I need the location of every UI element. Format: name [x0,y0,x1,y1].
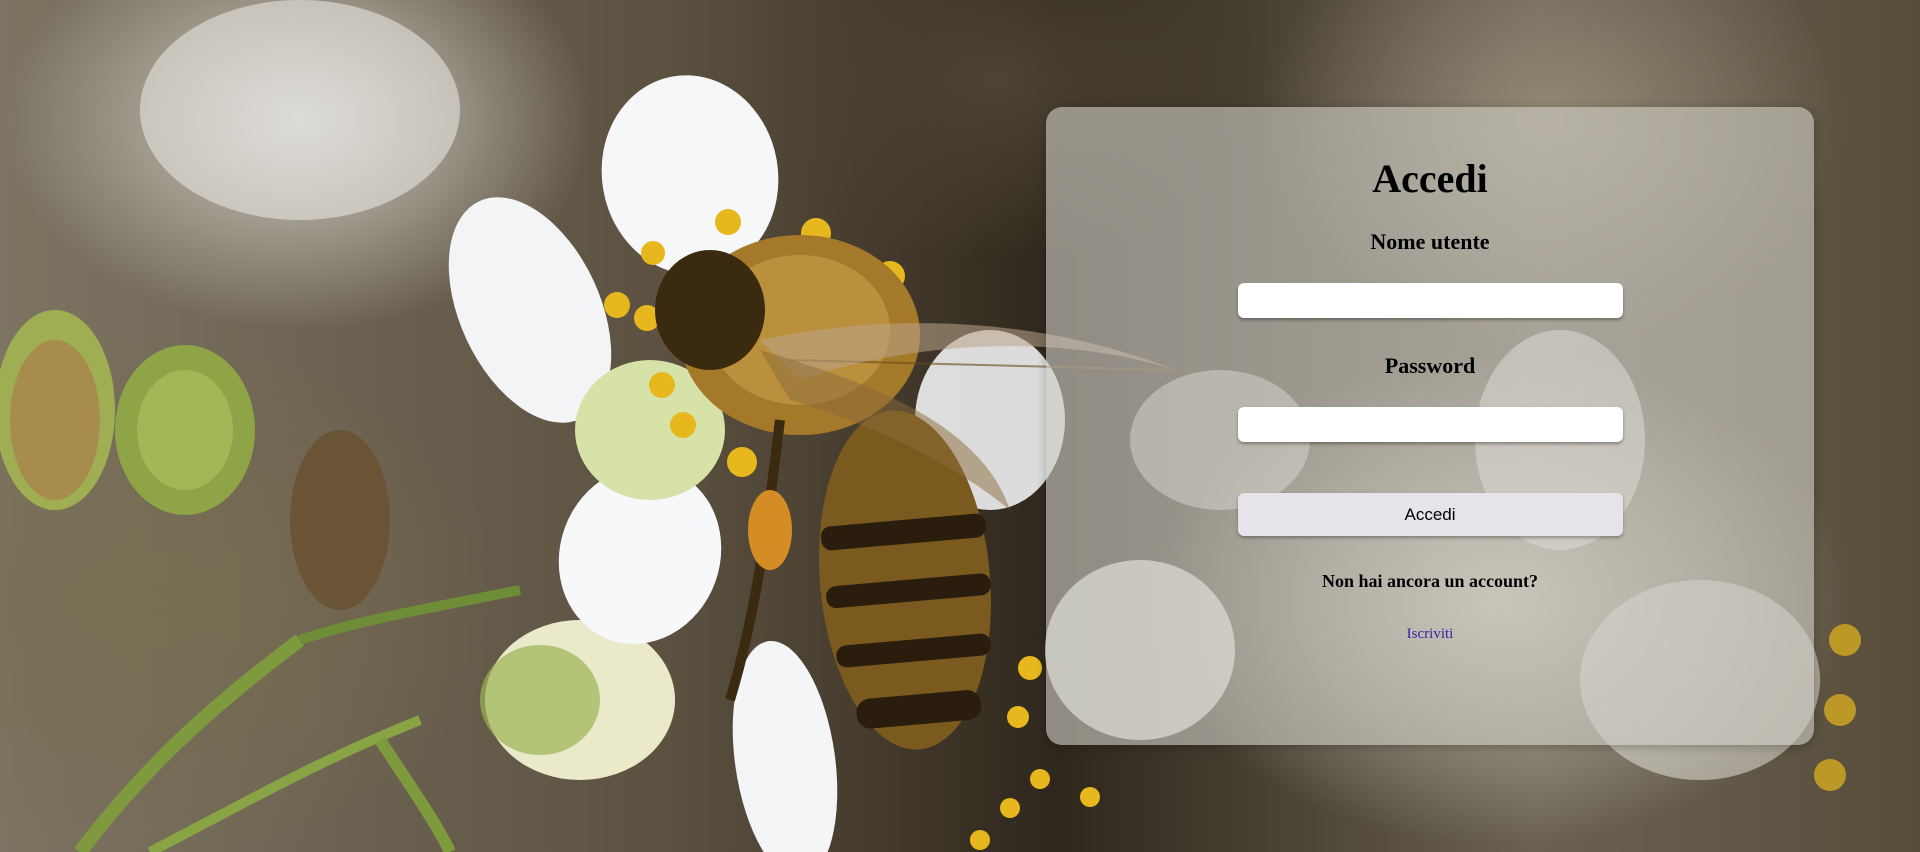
password-input[interactable] [1237,407,1623,442]
no-account-text: Non hai ancora un account? [1321,571,1539,591]
username-input[interactable] [1237,283,1623,318]
login-card: Accedi Nome utente Password Accedi Non h… [1046,107,1814,745]
password-label: Password [1384,353,1476,378]
signup-link[interactable]: Iscriviti [1407,627,1454,642]
login-title: Accedi [1372,156,1488,201]
login-button[interactable]: Accedi [1237,493,1623,536]
username-label: Nome utente [1370,229,1490,254]
